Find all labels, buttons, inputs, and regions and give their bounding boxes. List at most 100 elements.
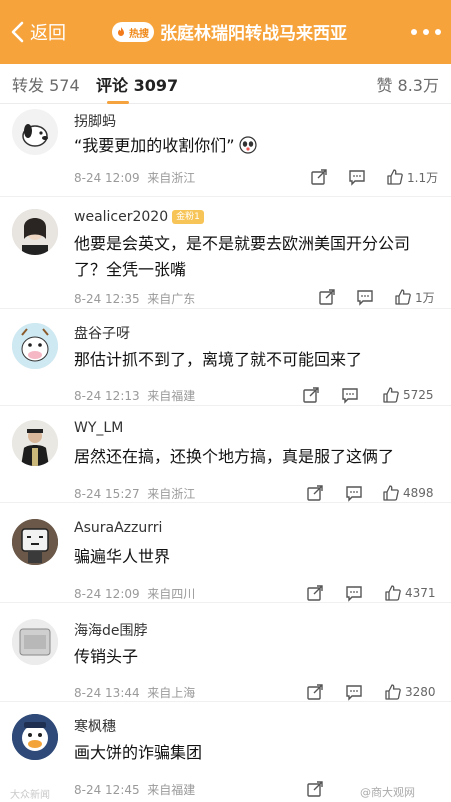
comment-item: wealicer2020 金粉1 他要是会英文，是不是就要去欧洲美国开分公司了？全… [0,197,451,309]
share-button[interactable] [310,167,328,187]
avatar[interactable] [12,714,58,760]
reply-button[interactable] [345,682,363,702]
comment-username[interactable]: 拐脚蚂 [74,111,116,131]
like-button[interactable]: 3280 [384,682,436,702]
comment-username[interactable]: AsuraAzzurri [74,520,162,536]
avatar[interactable] [12,109,58,155]
comment-text: 骗遍华人世界 [74,547,171,566]
share-button[interactable] [306,583,324,603]
comment-text: “我要更加的收割你们” [74,133,439,159]
comment-actions: 3280 [0,682,451,702]
comment-text: 居然还在搞，还换个地方搞，真是服了这俩了 [74,447,395,466]
share-icon [307,585,323,601]
comment-text: 那估计抓不到了，离境了就不可能回来了 [74,350,363,369]
comment-actions: 1.1万 [0,167,451,187]
thumbs-up-icon [385,585,401,601]
comment-icon [342,388,358,404]
thumbs-up-icon [383,387,399,403]
person-photo-avatar-icon [12,420,58,466]
share-icon [307,781,323,797]
active-tab-indicator [107,101,129,104]
thumbs-up-icon [387,169,403,185]
reply-button[interactable] [356,287,374,307]
comment-item: AsuraAzzurri 骗遍华人世界 8-24 12:09 来自四川 4371 [0,503,451,603]
avatar[interactable] [12,519,58,565]
more-menu-button[interactable] [411,20,441,44]
comment-icon [346,586,362,602]
like-count: 4371 [405,586,436,600]
reply-button[interactable] [345,483,363,503]
avatar[interactable] [12,323,58,369]
cow-cartoon-avatar-icon [12,323,58,369]
watermark-bottom-left: 大众新闻 [10,790,50,801]
comment-icon [346,486,362,502]
tab-comments[interactable]: 评论 3097 [96,72,178,96]
comment-username[interactable]: 盘谷子呀 [74,323,130,343]
watermark-bottom-right: @商大观网 [360,786,415,799]
back-button[interactable]: 返回 [8,18,66,46]
like-button[interactable]: 1.1万 [386,167,438,187]
comment-item: WY_LM 居然还在搞，还换个地方搞，真是服了这俩了 8-24 15:27 来自… [0,406,451,503]
comment-item: 海海de围脖 传销头子 8-24 13:44 来自上海 3280 [0,603,451,702]
like-count: 5725 [403,388,434,402]
comment-icon [346,685,362,701]
comment-text-content: “我要更加的收割你们” [74,136,235,155]
share-button[interactable] [306,483,324,503]
tab-bar: 转发 574 评论 3097 赞 8.3万 [0,64,451,104]
comment-text: 画大饼的诈骗集团 [74,743,203,762]
share-icon [307,684,323,700]
reply-button[interactable] [345,583,363,603]
comment-item: 盘谷子呀 那估计抓不到了，离境了就不可能回来了 8-24 12:13 来自福建 … [0,309,451,406]
share-icon [311,169,327,185]
avatar[interactable] [12,619,58,665]
share-button[interactable] [302,385,320,405]
snoopy-avatar-icon [22,124,48,147]
like-button[interactable]: 1万 [394,287,435,307]
avatar[interactable] [12,209,58,255]
like-count: 1.1万 [407,170,439,185]
page-title: 张庭林瑞阳转战马来西亚 [160,24,347,44]
tab-repost[interactable]: 转发 574 [12,72,80,96]
comment-item: 拐脚蚂 “我要更加的收割你们” 8-24 12:09 来自浙江 1.1万 [0,105,451,197]
duck-avatar-icon [12,714,58,760]
comment-username[interactable]: 海海de围脖 [74,620,148,640]
share-button[interactable] [306,779,324,799]
dot-icon [411,29,417,35]
comment-text: 传销头子 [74,647,139,666]
comment-username[interactable]: 寒枫穗 [74,716,116,736]
appliance-photo-avatar-icon [12,619,58,665]
like-button[interactable]: 5725 [382,385,434,405]
share-icon [319,289,335,305]
share-icon [303,387,319,403]
reply-button[interactable] [341,385,359,405]
comment-actions: 1万 [0,287,451,307]
portrait-avatar-icon [12,209,58,255]
panda-emoji-icon [238,136,257,154]
back-label: 返回 [30,23,66,44]
dot-icon [423,29,429,35]
comment-actions: 4371 [0,583,451,603]
share-button[interactable] [306,682,324,702]
share-button[interactable] [318,287,336,307]
thumbs-up-icon [395,289,411,305]
like-button[interactable]: 4898 [382,483,434,503]
like-button[interactable]: 4371 [384,583,436,603]
hot-search-badge: 热搜 [112,22,154,42]
thumbs-up-icon [383,485,399,501]
chevron-left-icon [11,21,24,43]
comment-username[interactable]: WY_LM [74,420,123,436]
top-bar: 返回 热搜 张庭林瑞阳转战马来西亚 [0,0,451,64]
share-icon [307,485,323,501]
username-text: wealicer2020 [74,209,169,225]
comment-icon [357,290,373,306]
comment-username[interactable]: wealicer2020 金粉1 [74,209,204,225]
like-count: 3280 [405,685,436,699]
like-count: 4898 [403,486,434,500]
hot-badge-label: 热搜 [129,28,149,40]
dot-icon [435,29,441,35]
reply-button[interactable] [348,167,366,187]
comment-icon [349,170,365,186]
tab-likes[interactable]: 赞 8.3万 [376,72,439,96]
comment-actions: 5725 [0,385,451,405]
avatar[interactable] [12,420,58,466]
